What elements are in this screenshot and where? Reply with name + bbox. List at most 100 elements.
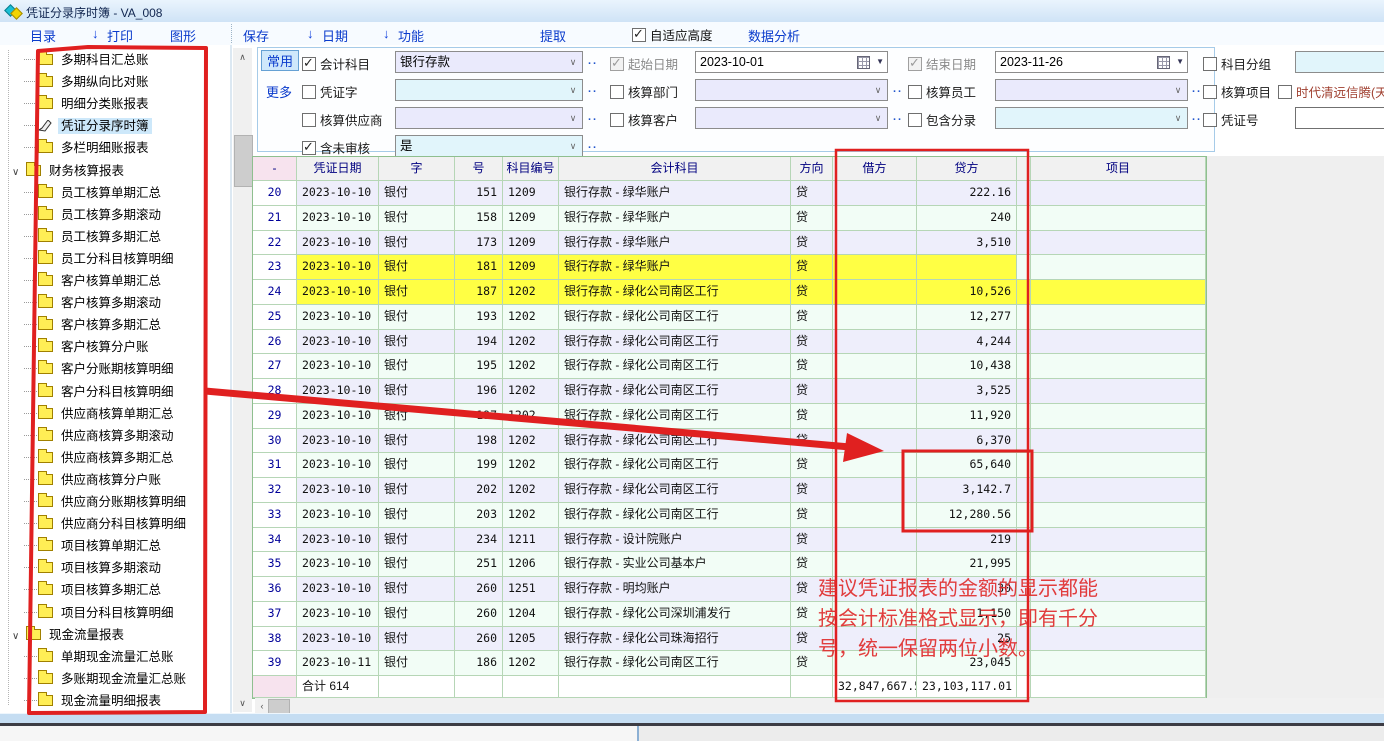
menu-button[interactable]: 目录 <box>30 26 56 45</box>
sidebar-item-multi-period-vertical-compare[interactable]: 多期纵向比对账 <box>24 71 152 93</box>
cell-dir[interactable]: 贷 <box>791 379 833 404</box>
cell-no[interactable]: 158 <box>455 206 503 231</box>
scroll-down-arrow-icon[interactable]: ∨ <box>233 694 252 712</box>
cell-n[interactable]: 21 <box>253 206 297 231</box>
cell-date[interactable]: 2023-10-10 <box>297 255 379 280</box>
cell-credit[interactable]: 25 <box>917 627 1017 652</box>
cell-word[interactable]: 银付 <box>379 404 455 429</box>
dropdown-arrow-icon[interactable]: ∨ <box>1170 81 1186 99</box>
cell-account[interactable]: 银行存款 - 绿化公司南区工行 <box>559 379 791 404</box>
calendar-picker-icon[interactable]: ▼ <box>857 55 885 69</box>
sidebar-item-supplier-by-subject-detail[interactable]: 供应商分科目核算明细 <box>24 513 189 535</box>
cell-date[interactable]: 2023-10-10 <box>297 627 379 652</box>
extra-checkbox-account-project[interactable] <box>1278 85 1292 99</box>
cell-account[interactable]: 银行存款 - 绿化公司南区工行 <box>559 305 791 330</box>
filter-extra-account-project[interactable]: 时代清远信腾(天 <box>1278 82 1384 101</box>
cell-no[interactable]: 203 <box>455 503 503 528</box>
cell-account[interactable]: 银行存款 - 绿化公司南区工行 <box>559 651 791 676</box>
cell-dir[interactable]: 贷 <box>791 305 833 330</box>
cell-no[interactable]: 197 <box>455 404 503 429</box>
cell-project[interactable] <box>1031 651 1206 676</box>
cell-no[interactable]: 195 <box>455 354 503 379</box>
filter-field-start-date[interactable]: 2023-10-01▼ <box>695 51 888 73</box>
sidebar-item-multi-period-subject-summary[interactable]: 多期科目汇总账 <box>24 49 152 71</box>
sidebar-item-project-multi-summary[interactable]: 项目核算多期汇总 <box>24 579 164 601</box>
cell-spacer[interactable] <box>1017 602 1031 627</box>
cell-debit[interactable] <box>833 651 917 676</box>
cell-n[interactable]: 38 <box>253 627 297 652</box>
cell-credit[interactable]: 6,370 <box>917 429 1017 454</box>
cell-account[interactable]: 银行存款 - 绿华账户 <box>559 181 791 206</box>
cell-word[interactable]: 银付 <box>379 181 455 206</box>
cell-no[interactable]: 187 <box>455 280 503 305</box>
filter-field-subject-group[interactable] <box>1295 51 1384 73</box>
cell-account[interactable]: 银行存款 - 明均账户 <box>559 577 791 602</box>
common-filters-button[interactable]: 常用 <box>261 50 299 71</box>
cell-project[interactable] <box>1031 577 1206 602</box>
table-row[interactable]: 352023-10-10银付2511206银行存款 - 实业公司基本户贷21,9… <box>253 552 1206 577</box>
cell-debit[interactable] <box>833 528 917 553</box>
cell-spacer[interactable] <box>1017 206 1031 231</box>
filter-field-supplier[interactable]: ∨ <box>395 107 583 129</box>
column-header-date[interactable]: 凭证日期 <box>297 157 379 181</box>
cell-debit[interactable] <box>833 305 917 330</box>
cell-credit[interactable]: 3,142.7 <box>917 478 1017 503</box>
cell-dir[interactable]: 贷 <box>791 404 833 429</box>
cell-code[interactable]: 1202 <box>503 404 559 429</box>
cell-date[interactable]: 2023-10-10 <box>297 577 379 602</box>
cell-debit[interactable] <box>833 577 917 602</box>
cell-dir[interactable]: 贷 <box>791 478 833 503</box>
cell-credit[interactable]: 240 <box>917 206 1017 231</box>
cell-spacer[interactable] <box>1017 478 1031 503</box>
cell-project[interactable] <box>1031 354 1206 379</box>
cell-project[interactable] <box>1031 181 1206 206</box>
lookup-dots-voucher-word[interactable]: .. <box>588 83 598 95</box>
table-row[interactable]: 252023-10-10银付1931202银行存款 - 绿化公司南区工行贷12,… <box>253 305 1206 330</box>
lookup-dots-supplier[interactable]: .. <box>588 111 598 123</box>
table-row[interactable]: 302023-10-10银付1981202银行存款 - 绿化公司南区工行贷6,3… <box>253 429 1206 454</box>
vertical-scroll-thumb[interactable] <box>234 135 253 187</box>
filter-input-voucher-no[interactable] <box>1295 107 1384 129</box>
cell-debit[interactable] <box>833 429 917 454</box>
cell-credit[interactable]: 23,045 <box>917 651 1017 676</box>
cell-n[interactable]: 33 <box>253 503 297 528</box>
cell-credit[interactable]: 3,510 <box>917 231 1017 256</box>
cell-credit[interactable] <box>917 255 1017 280</box>
cell-credit[interactable]: 3,525 <box>917 379 1017 404</box>
filter-checkbox-account-project[interactable] <box>1203 85 1217 99</box>
filter-field-include-entries[interactable]: ∨ <box>995 107 1188 129</box>
sidebar-item-supplier-by-period-detail[interactable]: 供应商分账期核算明细 <box>24 491 189 513</box>
lookup-dots-employee[interactable]: .. <box>1192 83 1202 95</box>
cell-account[interactable]: 银行存款 - 绿化公司南区工行 <box>559 478 791 503</box>
column-header-code[interactable]: 科目编号 <box>503 157 559 181</box>
cell-no[interactable]: 202 <box>455 478 503 503</box>
sidebar-item-multi-column-detail-ledger[interactable]: 多栏明细账报表 <box>24 137 152 159</box>
sidebar-item-single-cashflow-summary[interactable]: 单期现金流量汇总账 <box>24 646 177 668</box>
cell-dir[interactable]: 贷 <box>791 181 833 206</box>
cell-credit[interactable]: 12,280.56 <box>917 503 1017 528</box>
cell-dir[interactable]: 贷 <box>791 206 833 231</box>
cell-n[interactable]: 34 <box>253 528 297 553</box>
cell-dir[interactable]: 贷 <box>791 552 833 577</box>
date-menu-button[interactable]: 日期 <box>322 26 348 45</box>
cell-spacer[interactable] <box>1017 280 1031 305</box>
cell-dir[interactable]: 贷 <box>791 231 833 256</box>
cell-code[interactable]: 1205 <box>503 627 559 652</box>
sidebar-item-customer-by-period-detail[interactable]: 客户分账期核算明细 <box>24 358 177 380</box>
cell-date[interactable]: 2023-10-10 <box>297 354 379 379</box>
cell-n[interactable]: 31 <box>253 453 297 478</box>
cell-word[interactable]: 银付 <box>379 478 455 503</box>
table-row[interactable]: 262023-10-10银付1941202银行存款 - 绿化公司南区工行贷4,2… <box>253 330 1206 355</box>
cell-code[interactable]: 1202 <box>503 354 559 379</box>
cell-spacer[interactable] <box>1017 503 1031 528</box>
sidebar-item-customer-by-subject-detail[interactable]: 客户分科目核算明细 <box>24 381 177 403</box>
sidebar-item-cashflow-reports[interactable]: ∨现金流量报表 <box>12 624 127 646</box>
cell-spacer[interactable] <box>1017 404 1031 429</box>
sidebar-item-customer-single-summary[interactable]: 客户核算单期汇总 <box>24 270 164 292</box>
cell-no[interactable]: 199 <box>455 453 503 478</box>
sidebar-item-supplier-single-summary[interactable]: 供应商核算单期汇总 <box>24 403 177 425</box>
cell-credit[interactable]: 10,526 <box>917 280 1017 305</box>
cell-account[interactable]: 银行存款 - 绿化公司南区工行 <box>559 280 791 305</box>
column-header-credit[interactable]: 贷方 <box>917 157 1017 181</box>
cell-code[interactable]: 1202 <box>503 651 559 676</box>
